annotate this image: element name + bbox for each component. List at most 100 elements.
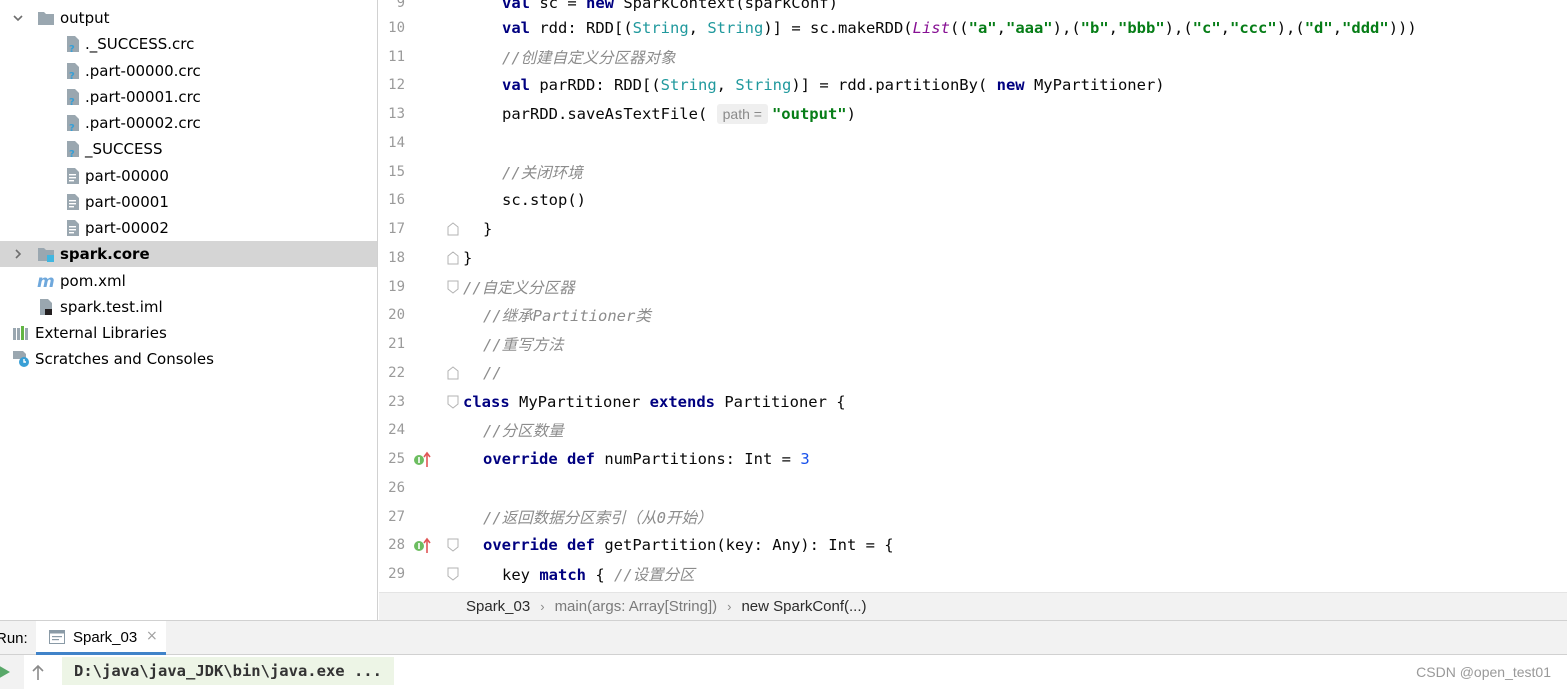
breadcrumb-item[interactable]: main(args: Array[String]) (555, 598, 718, 615)
code-text[interactable]: override def numPartitions: Int = 3 (483, 450, 810, 468)
code-comment[interactable]: //继承Partitioner类 (483, 304, 651, 326)
code-line-22[interactable]: 22 // (379, 358, 1567, 387)
console-output[interactable]: D:\java\java_JDK\bin\java.exe ... CSDN @… (0, 655, 1567, 689)
code-line-27[interactable]: 27 //返回数据分区索引（从0开始） (379, 502, 1567, 531)
code-line-21[interactable]: 21 //重写方法 (379, 329, 1567, 358)
tree-item-success[interactable]: ? _SUCCESS (0, 136, 377, 162)
line-number: 12 (388, 76, 405, 93)
code-line-14[interactable]: 14 (379, 128, 1567, 157)
tree-item-scratches-and-consoles[interactable]: Scratches and Consoles (0, 346, 377, 372)
code-line-25[interactable]: 25 override def numPartitions: Int = 3 (379, 444, 1567, 473)
tree-item-pom-xml[interactable]: m pom.xml (0, 268, 377, 294)
fold-marker-icon[interactable] (447, 221, 459, 236)
code-comment[interactable]: // (483, 364, 502, 382)
code-comment[interactable]: //分区数量 (483, 419, 564, 441)
code-token: , (716, 75, 736, 94)
fold-marker-icon[interactable] (447, 365, 459, 380)
tree-item-label: part-00002 (85, 219, 169, 237)
code-line-23[interactable]: 23 class MyPartitioner extends Partition… (379, 387, 1567, 416)
code-token: override (483, 449, 558, 468)
tree-item-part-00000-crc[interactable]: ? .part-00000.crc (0, 58, 377, 84)
fold-marker-icon[interactable] (447, 250, 459, 265)
code-line-18[interactable]: 18 } (379, 243, 1567, 272)
project-tool-window[interactable]: output ? ._SUCCESS.crc ? .part-00000.crc… (0, 0, 378, 620)
tree-item-label: .part-00000.crc (85, 62, 201, 80)
code-line-17[interactable]: 17 } (379, 214, 1567, 243)
code-line-19[interactable]: 19 //自定义分区器 (379, 272, 1567, 301)
code-comment[interactable]: //自定义分区器 (463, 276, 575, 298)
code-token: val (502, 0, 530, 12)
breadcrumb-item[interactable]: Spark_03 (466, 598, 530, 615)
code-line-12[interactable]: 12 val parRDD: RDD[(String, String)] = r… (379, 70, 1567, 99)
code-line-28[interactable]: 28 override def getPartition(key: Any): … (379, 530, 1567, 559)
tree-item-output[interactable]: output (0, 5, 377, 31)
chevron-right-icon[interactable] (10, 246, 26, 262)
fold-marker-icon[interactable] (447, 280, 459, 294)
tree-item-spark-test-iml[interactable]: spark.test.iml (0, 294, 377, 320)
code-token: (( (949, 18, 969, 37)
code-line-24[interactable]: 24 //分区数量 (379, 415, 1567, 444)
tree-item-part-00002[interactable]: part-00002 (0, 215, 377, 241)
code-line-10[interactable]: 10 val rdd: RDD[(String, String)] = sc.m… (379, 13, 1567, 42)
tree-item-label: part-00000 (85, 167, 169, 185)
breadcrumb-item[interactable]: new SparkConf(...) (741, 598, 866, 615)
close-icon[interactable]: × (146, 628, 158, 644)
tree-item-part-00001[interactable]: part-00001 (0, 189, 377, 215)
unknown-file-icon: ? (64, 114, 82, 132)
code-comment[interactable]: //重写方法 (483, 333, 564, 355)
code-comment[interactable]: //创建自定义分区器对象 (502, 46, 676, 68)
code-text[interactable]: } (483, 220, 492, 238)
code-text[interactable]: val rdd: RDD[(String, String)] = sc.make… (502, 19, 1417, 37)
code-line-20[interactable]: 20 //继承Partitioner类 (379, 300, 1567, 329)
code-token: //设置分区 (614, 565, 695, 584)
code-token: new (996, 75, 1025, 94)
tree-item-part-00000[interactable]: part-00000 (0, 163, 377, 189)
code-comment[interactable]: //返回数据分区索引（从0开始） (483, 506, 713, 528)
code-line-26[interactable]: 26 (379, 473, 1567, 502)
run-icon[interactable] (0, 664, 10, 680)
code-line-15[interactable]: 15 //关闭环境 (379, 157, 1567, 186)
line-number: 11 (388, 48, 405, 65)
code-token: String (660, 75, 717, 94)
code-editor[interactable]: 9 val sc = new SparkContext(sparkConf) 1… (379, 0, 1567, 592)
code-text[interactable]: val sc = new SparkContext(sparkConf) (502, 0, 838, 12)
implements-method-icon[interactable] (413, 536, 433, 554)
code-text[interactable]: override def getPartition(key: Any): Int… (483, 536, 894, 554)
code-text[interactable]: parRDD.saveAsTextFile( path = "output") (502, 103, 856, 124)
code-token: String (632, 18, 689, 37)
code-line-16[interactable]: 16 sc.stop() (379, 185, 1567, 214)
fold-marker-icon[interactable] (447, 395, 459, 409)
fold-marker-icon[interactable] (447, 567, 459, 581)
code-text[interactable]: class MyPartitioner extends Partitioner … (463, 393, 846, 411)
line-number: 22 (388, 364, 405, 381)
console-icon (49, 630, 65, 644)
line-number: 10 (388, 19, 405, 36)
scroll-up-icon[interactable] (30, 663, 46, 681)
code-text[interactable]: sc.stop() (502, 191, 586, 209)
code-text[interactable]: key match { //设置分区 (502, 563, 695, 585)
code-comment[interactable]: //关闭环境 (502, 161, 583, 183)
code-token: "aaa" (1005, 18, 1053, 37)
code-line-11[interactable]: 11 //创建自定义分区器对象 (379, 42, 1567, 71)
code-text[interactable]: } (463, 249, 472, 267)
fold-marker-icon[interactable] (447, 538, 459, 552)
code-token: String (735, 75, 792, 94)
code-token: "c" (1192, 18, 1221, 37)
code-text[interactable]: val parRDD: RDD[(String, String)] = rdd.… (502, 76, 1165, 94)
tree-item-spark-core[interactable]: spark.core (0, 241, 377, 267)
tab-spark-03[interactable]: Spark_03 × (36, 621, 166, 655)
svg-text:?: ? (69, 149, 75, 158)
tree-item-part-00002-crc[interactable]: ? .part-00002.crc (0, 110, 377, 136)
implements-method-icon[interactable] (413, 450, 433, 468)
chevron-down-icon[interactable] (10, 10, 26, 26)
tree-item-external-libraries[interactable]: External Libraries (0, 320, 377, 346)
code-line-13[interactable]: 13 parRDD.saveAsTextFile( path = "output"… (379, 99, 1567, 128)
svg-text:?: ? (69, 71, 75, 80)
tree-item-success-crc[interactable]: ? ._SUCCESS.crc (0, 31, 377, 57)
console-command-line[interactable]: D:\java\java_JDK\bin\java.exe ... (62, 657, 394, 685)
code-line-29[interactable]: 29 key match { //设置分区 (379, 559, 1567, 588)
tree-item-part-00001-crc[interactable]: ? .part-00001.crc (0, 84, 377, 110)
line-number: 20 (388, 306, 405, 323)
tree-item-label: Scratches and Consoles (35, 350, 214, 368)
